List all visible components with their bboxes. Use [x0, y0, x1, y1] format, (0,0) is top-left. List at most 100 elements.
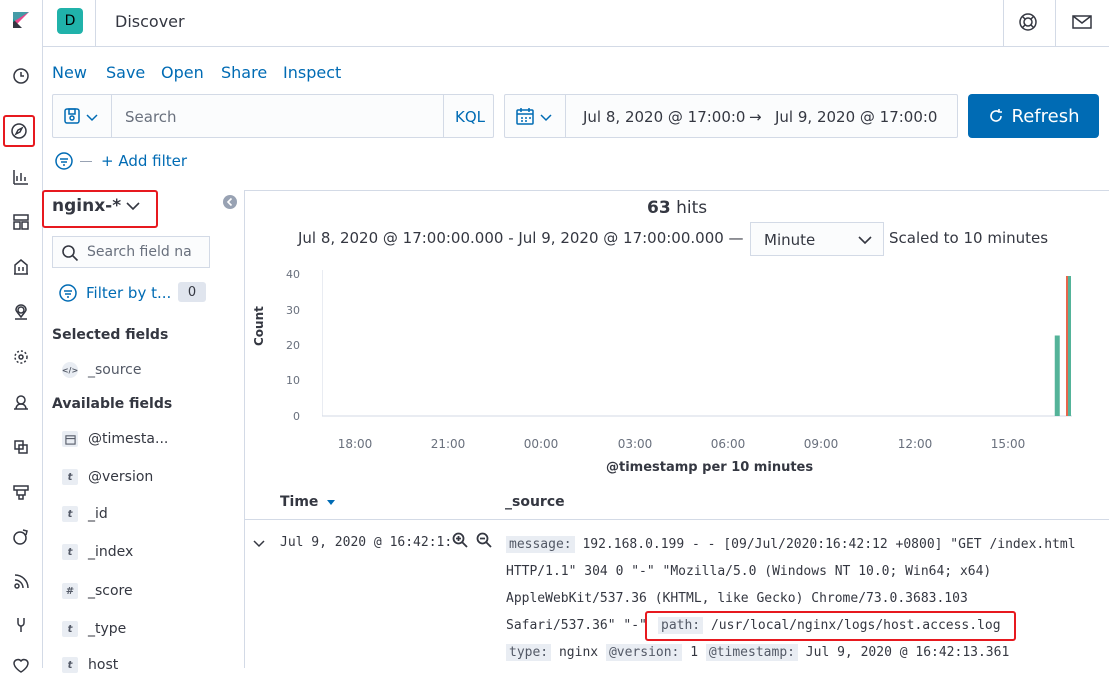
- uptime-icon[interactable]: [7, 523, 35, 551]
- field-name: @version: [88, 469, 154, 485]
- field-item[interactable]: t _index: [62, 541, 133, 563]
- field-value: 1: [690, 645, 699, 660]
- expand-row-icon[interactable]: [252, 535, 266, 548]
- source-line: HTTP/1.1" 304 0 "-" "Mozilla/5.0 (Window…: [506, 564, 992, 579]
- refresh-button[interactable]: Refresh: [968, 94, 1099, 138]
- interval-scaled-text: Scaled to 10 minutes: [889, 229, 1049, 247]
- field-key: type:: [506, 644, 552, 661]
- hits-summary: 63 hits: [647, 198, 707, 218]
- monitoring-icon[interactable]: [7, 652, 35, 680]
- search-input[interactable]: Search: [125, 108, 177, 126]
- field-item[interactable]: t @version: [62, 466, 153, 488]
- x-tick: 21:00: [430, 437, 466, 451]
- query-bar: Search KQL: [52, 94, 494, 138]
- menu-inspect[interactable]: Inspect: [283, 63, 341, 82]
- interval-select[interactable]: Minute: [750, 222, 884, 256]
- header-divider: [95, 0, 96, 46]
- number-type-icon: #: [62, 583, 78, 599]
- field-value: 192.168.0.199 - - [09/Jul/2020:16:42:12 …: [582, 537, 1076, 552]
- x-tick: 15:00: [990, 437, 1026, 451]
- chart-bar[interactable]: [1066, 276, 1068, 416]
- kibana-logo-icon[interactable]: [7, 6, 35, 34]
- source-line: type: nginx @version: 1 @timestamp: Jul …: [506, 644, 1009, 661]
- ml-icon[interactable]: [7, 343, 35, 371]
- divider: [80, 161, 92, 162]
- sort-down-icon[interactable]: [326, 498, 336, 506]
- field-name: _score: [88, 583, 133, 599]
- string-type-icon: t: [62, 657, 78, 673]
- source-line: Safari/537.36" "-": [506, 618, 647, 633]
- mail-icon[interactable]: [1071, 12, 1093, 32]
- siem-icon[interactable]: [7, 568, 35, 596]
- field-item[interactable]: t _id: [62, 503, 108, 525]
- menu-open[interactable]: Open: [161, 63, 204, 82]
- x-tick: 06:00: [710, 437, 746, 451]
- field-name: _source: [88, 362, 142, 378]
- field-name: host: [88, 657, 119, 673]
- collapse-sidebar-icon[interactable]: [222, 194, 238, 210]
- field-name: _index: [88, 544, 134, 560]
- field-search[interactable]: Search field na: [52, 236, 210, 268]
- x-tick: 12:00: [897, 437, 933, 451]
- infrastructure-icon[interactable]: [7, 388, 35, 416]
- available-fields-title: Available fields: [52, 396, 173, 412]
- field-item[interactable]: # _score: [62, 580, 133, 602]
- add-filter-button[interactable]: + Add filter: [101, 152, 187, 170]
- source-icon: </>: [62, 362, 78, 378]
- help-icon[interactable]: [1017, 11, 1039, 33]
- divider: [443, 95, 444, 137]
- saved-query-icon[interactable]: [63, 107, 103, 127]
- field-key: path:: [658, 617, 704, 634]
- menu-new[interactable]: New: [52, 63, 87, 82]
- date-start[interactable]: Jul 8, 2020 @ 17:00:0: [583, 108, 745, 126]
- maps-icon[interactable]: [7, 298, 35, 326]
- zoom-out-icon[interactable]: [476, 532, 492, 548]
- y-tick: 0: [293, 410, 300, 423]
- apm-icon[interactable]: [7, 478, 35, 506]
- source-line-path: path: /usr/local/nginx/logs/host.access.…: [658, 617, 1001, 634]
- calendar-icon[interactable]: [515, 107, 557, 127]
- clock-icon[interactable]: [7, 62, 35, 90]
- x-tick: 03:00: [617, 437, 653, 451]
- field-item[interactable]: @timesta...: [62, 428, 168, 450]
- filter-by-type-button[interactable]: Filter by t...: [86, 284, 171, 302]
- filter-options-icon[interactable]: [54, 151, 74, 171]
- index-pattern-selector[interactable]: nginx-*: [52, 196, 121, 216]
- refresh-label: Refresh: [1011, 105, 1080, 127]
- visualize-icon[interactable]: [7, 163, 35, 191]
- filter-type-icon[interactable]: [58, 283, 78, 303]
- logs-icon[interactable]: [7, 433, 35, 461]
- date-end[interactable]: Jul 9, 2020 @ 17:00:0: [775, 108, 937, 126]
- col-source-header: _source: [505, 494, 565, 510]
- chevron-down-icon[interactable]: [124, 198, 142, 214]
- discover-compass-icon[interactable]: [3, 115, 35, 147]
- dev-tools-icon[interactable]: [7, 611, 35, 639]
- hits-label: hits: [676, 198, 708, 218]
- string-type-icon: t: [62, 544, 78, 560]
- chart-bar[interactable]: [1054, 335, 1060, 417]
- space-avatar[interactable]: D: [57, 8, 83, 34]
- kql-toggle[interactable]: KQL: [455, 108, 485, 126]
- app-header: D Discover: [43, 0, 1109, 47]
- field-item[interactable]: t host: [62, 654, 118, 676]
- menu-save[interactable]: Save: [106, 63, 145, 82]
- field-item[interactable]: t _type: [62, 618, 126, 640]
- field-item[interactable]: </> _source: [62, 359, 142, 381]
- refresh-icon: [989, 109, 1002, 122]
- canvas-icon[interactable]: [7, 253, 35, 281]
- field-key: @version:: [605, 644, 683, 661]
- table-header-divider: [245, 519, 1109, 520]
- y-tick: 40: [286, 268, 300, 281]
- source-line: AppleWebKit/537.36 (KHTML, like Gecko) C…: [506, 591, 968, 606]
- hits-count: 63: [647, 198, 671, 218]
- chevron-down-icon: [858, 236, 872, 245]
- field-name: @timesta...: [88, 431, 169, 447]
- y-tick: 20: [286, 339, 300, 352]
- field-name: _type: [88, 621, 127, 637]
- menu-share[interactable]: Share: [221, 63, 267, 82]
- y-tick: 10: [286, 374, 300, 387]
- field-search-input[interactable]: Search field na: [87, 244, 192, 260]
- zoom-in-icon[interactable]: [452, 532, 468, 548]
- dashboard-icon[interactable]: [7, 208, 35, 236]
- col-time-header[interactable]: Time: [280, 494, 336, 510]
